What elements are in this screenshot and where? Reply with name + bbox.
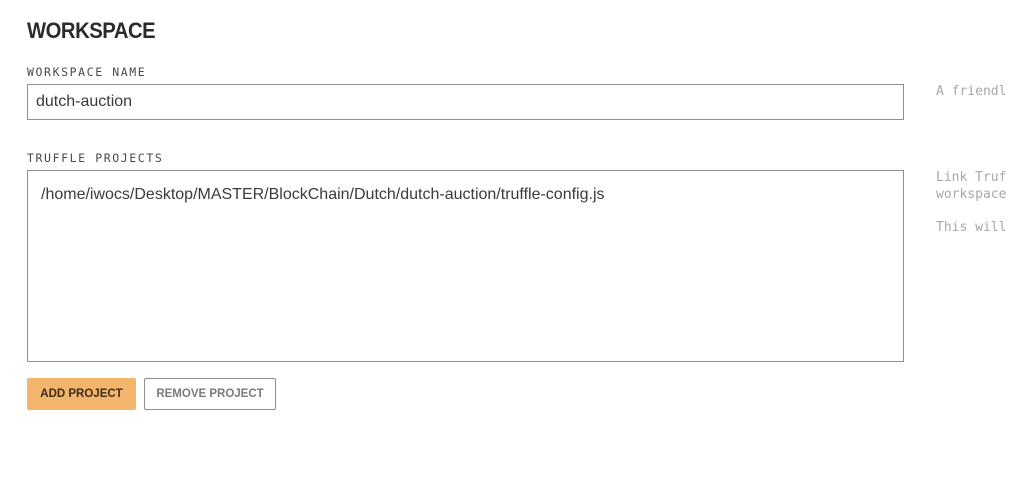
workspace-name-input[interactable] [27, 84, 904, 120]
truffle-projects-list[interactable]: /home/iwocs/Desktop/MASTER/BlockChain/Du… [27, 170, 904, 362]
projects-help-line-1: Link Truf [936, 170, 1007, 185]
truffle-projects-help: Link Truf workspace [936, 169, 1006, 203]
remove-project-button[interactable]: REMOVE PROJECT [144, 378, 276, 410]
projects-help-line-2: workspace [936, 187, 1007, 202]
project-path-item[interactable]: /home/iwocs/Desktop/MASTER/BlockChain/Du… [41, 184, 890, 206]
workspace-name-help: A friendl [936, 84, 1007, 99]
workspace-settings-page: WORKSPACE WORKSPACE NAME A friendl TRUFF… [0, 0, 1013, 491]
truffle-projects-label: TRUFFLE PROJECTS [27, 151, 164, 165]
section-title: WORKSPACE [27, 18, 156, 43]
workspace-name-label: WORKSPACE NAME [27, 65, 147, 79]
truffle-projects-help-note: This will [936, 220, 1007, 235]
add-project-button[interactable]: ADD PROJECT [27, 378, 136, 410]
